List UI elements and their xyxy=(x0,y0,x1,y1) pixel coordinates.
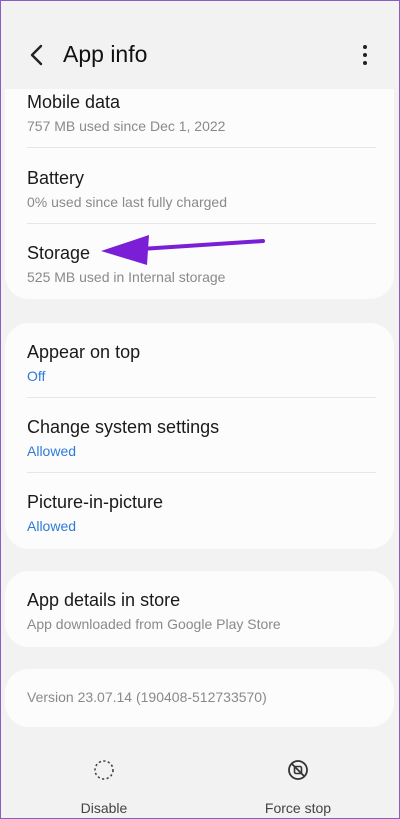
mobile-data-item[interactable]: Mobile data 757 MB used since Dec 1, 202… xyxy=(27,91,376,135)
app-details-label: App details in store xyxy=(27,590,181,610)
storage-summary: 525 MB used in Internal storage xyxy=(27,269,226,285)
picture-in-picture-item[interactable]: Picture-in-picture Allowed xyxy=(27,491,376,535)
change-system-settings-status: Allowed xyxy=(27,443,77,459)
storage-label: Storage xyxy=(27,243,91,263)
appear-on-top-item[interactable]: Appear on top Off xyxy=(27,341,376,385)
bottom-action-bar: Disable Force stop xyxy=(1,741,399,818)
picture-in-picture-label: Picture-in-picture xyxy=(27,492,164,512)
force-stop-label: Force stop xyxy=(264,800,332,816)
mobile-data-label: Mobile data xyxy=(27,92,121,112)
divider xyxy=(27,147,376,148)
mobile-data-summary: 757 MB used since Dec 1, 2022 xyxy=(27,118,226,134)
divider xyxy=(27,472,376,473)
permissions-card: Appear on top Off Change system settings… xyxy=(5,323,394,549)
top-bar: App info xyxy=(1,1,399,89)
force-stop-button[interactable]: Force stop xyxy=(238,759,358,816)
appear-on-top-label: Appear on top xyxy=(27,342,141,362)
more-options-button[interactable] xyxy=(353,39,377,71)
disable-icon xyxy=(94,760,114,780)
back-button[interactable] xyxy=(19,37,55,73)
page-title: App info xyxy=(63,41,148,67)
store-card: App details in store App downloaded from… xyxy=(5,571,394,647)
more-vert-icon xyxy=(363,45,367,49)
change-system-settings-item[interactable]: Change system settings Allowed xyxy=(27,416,376,460)
storage-item[interactable]: Storage 525 MB used in Internal storage xyxy=(27,242,376,286)
force-stop-icon xyxy=(288,760,308,780)
version-text: Version 23.07.14 (190408-512733570) xyxy=(27,689,267,705)
divider xyxy=(27,223,376,224)
battery-label: Battery xyxy=(27,168,85,188)
app-info-screen: App info Mobile data 757 MB used since D… xyxy=(0,0,400,819)
back-arrow-icon xyxy=(30,44,43,66)
usage-card: Mobile data 757 MB used since Dec 1, 202… xyxy=(5,87,394,299)
divider xyxy=(27,397,376,398)
disable-button[interactable]: Disable xyxy=(44,759,164,816)
disable-label: Disable xyxy=(80,800,128,816)
battery-item[interactable]: Battery 0% used since last fully charged xyxy=(27,167,376,211)
change-system-settings-label: Change system settings xyxy=(27,417,220,437)
app-details-summary: App downloaded from Google Play Store xyxy=(27,616,281,632)
appear-on-top-status: Off xyxy=(27,368,46,384)
picture-in-picture-status: Allowed xyxy=(27,518,77,534)
battery-summary: 0% used since last fully charged xyxy=(27,194,227,210)
app-details-in-store-item[interactable]: App details in store App downloaded from… xyxy=(27,589,376,633)
version-card: Version 23.07.14 (190408-512733570) xyxy=(5,669,394,727)
